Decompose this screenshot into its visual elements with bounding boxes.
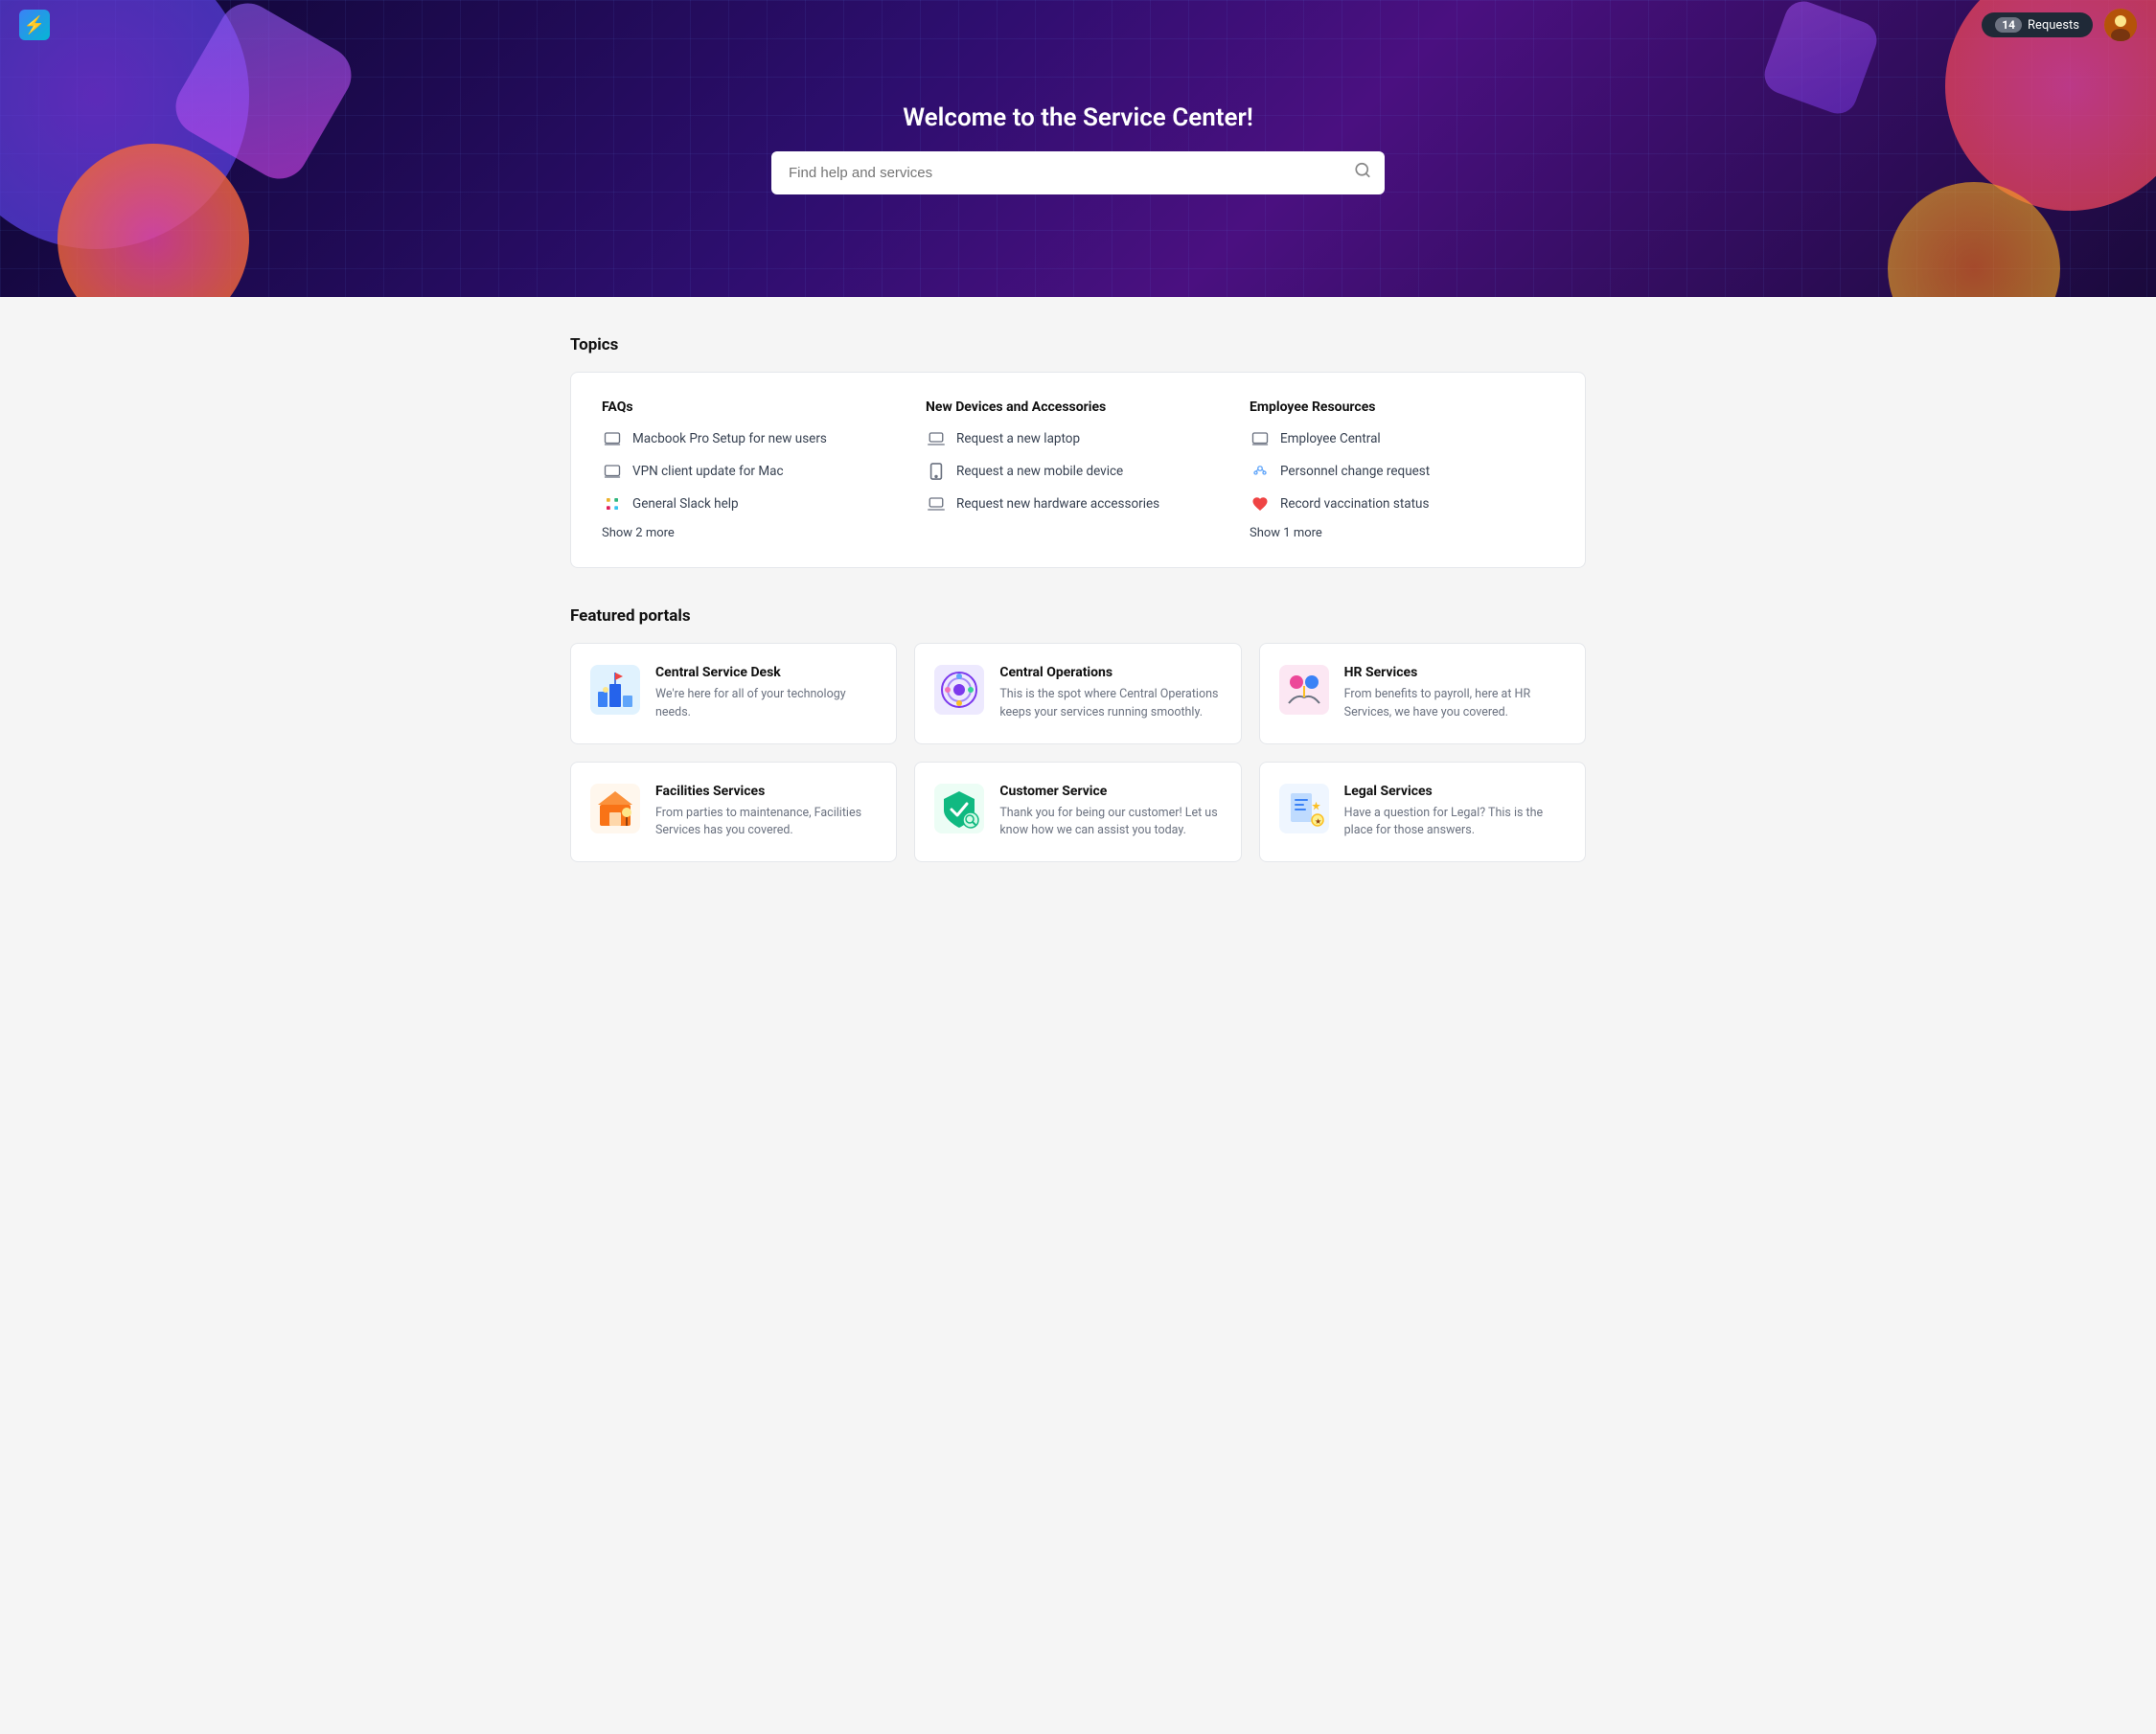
svg-text:★: ★ [1315, 817, 1321, 826]
vaccination-label: Record vaccination status [1280, 496, 1429, 512]
faqs-show-more[interactable]: Show 2 more [602, 526, 906, 540]
central-operations-info: Central Operations This is the spot wher… [999, 665, 1221, 722]
topic-item-accessories[interactable]: Request new hardware accessories [926, 493, 1230, 514]
new-laptop-label: Request a new laptop [956, 431, 1080, 446]
central-operations-desc: This is the spot where Central Operation… [999, 686, 1221, 722]
topic-item-mobile[interactable]: Request a new mobile device [926, 461, 1230, 482]
hero-search-wrap [771, 151, 1385, 194]
topic-item-personnel[interactable]: Personnel change request [1250, 461, 1554, 482]
employee-central-label: Employee Central [1280, 431, 1381, 446]
employee-heading: Employee Resources [1250, 399, 1554, 415]
facilities-name: Facilities Services [655, 784, 877, 799]
topic-column-devices: New Devices and Accessories Request a ne… [926, 399, 1230, 540]
logo-icon[interactable]: ⚡ [19, 10, 50, 40]
mobile-icon [926, 461, 947, 482]
central-service-desk-name: Central Service Desk [655, 665, 877, 680]
legal-services-info: Legal Services Have a question for Legal… [1344, 784, 1566, 841]
hr-services-name: HR Services [1344, 665, 1566, 680]
topic-item-slack[interactable]: General Slack help [602, 493, 906, 514]
topics-section-title: Topics [570, 335, 1586, 354]
faqs-heading: FAQs [602, 399, 906, 415]
laptop-icon [926, 428, 947, 449]
portal-card-central-operations[interactable]: Central Operations This is the spot wher… [914, 643, 1241, 744]
requests-label: Requests [2028, 18, 2079, 33]
central-service-desk-icon [590, 665, 640, 715]
topic-column-employee: Employee Resources Employee Central Pers… [1250, 399, 1554, 540]
facilities-info: Facilities Services From parties to main… [655, 784, 877, 841]
requests-count: 14 [1995, 17, 2022, 33]
hr-services-icon [1279, 665, 1329, 715]
legal-services-icon: ★ [1279, 784, 1329, 833]
portal-card-facilities[interactable]: Facilities Services From parties to main… [570, 762, 897, 863]
personnel-icon [1250, 461, 1271, 482]
central-operations-name: Central Operations [999, 665, 1221, 680]
hero-section: ⚡ 14 Requests Welcome to the Service Cen… [0, 0, 2156, 297]
topic-item-vaccination[interactable]: Record vaccination status [1250, 493, 1554, 514]
requests-badge[interactable]: 14 Requests [1982, 12, 2093, 37]
topic-item-macbook[interactable]: Macbook Pro Setup for new users [602, 428, 906, 449]
vaccination-icon [1250, 493, 1271, 514]
customer-service-info: Customer Service Thank you for being our… [999, 784, 1221, 841]
topic-item-employee-central[interactable]: Employee Central [1250, 428, 1554, 449]
macbook-icon [602, 428, 623, 449]
employee-central-icon [1250, 428, 1271, 449]
topic-item-vpn[interactable]: VPN client update for Mac [602, 461, 906, 482]
hero-title: Welcome to the Service Center! [903, 103, 1253, 132]
portals-grid: Central Service Desk We're here for all … [570, 643, 1586, 862]
hr-services-info: HR Services From benefits to payroll, he… [1344, 665, 1566, 722]
central-service-desk-desc: We're here for all of your technology ne… [655, 686, 877, 722]
legal-services-name: Legal Services [1344, 784, 1566, 799]
vpn-icon [602, 461, 623, 482]
portals-section-title: Featured portals [570, 606, 1586, 626]
avatar[interactable] [2104, 9, 2137, 41]
accessories-label: Request new hardware accessories [956, 496, 1159, 512]
macbook-label: Macbook Pro Setup for new users [632, 431, 827, 446]
facilities-desc: From parties to maintenance, Facilities … [655, 805, 877, 841]
topbar-right: 14 Requests [1982, 9, 2137, 41]
central-operations-icon [934, 665, 984, 715]
portal-card-legal[interactable]: ★ Legal Services Have a question for Leg… [1259, 762, 1586, 863]
search-input[interactable] [771, 151, 1385, 194]
customer-service-icon [934, 784, 984, 833]
facilities-icon [590, 784, 640, 833]
customer-service-name: Customer Service [999, 784, 1221, 799]
topic-column-faqs: FAQs Macbook Pro Setup for new users VPN… [602, 399, 906, 540]
slack-icon [602, 493, 623, 514]
vpn-label: VPN client update for Mac [632, 464, 784, 479]
legal-services-desc: Have a question for Legal? This is the p… [1344, 805, 1566, 841]
topic-item-new-laptop[interactable]: Request a new laptop [926, 428, 1230, 449]
employee-show-more[interactable]: Show 1 more [1250, 526, 1554, 540]
main-content: Topics FAQs Macbook Pro Setup for new us… [551, 297, 1605, 920]
portal-card-hr-services[interactable]: HR Services From benefits to payroll, he… [1259, 643, 1586, 744]
hr-services-desc: From benefits to payroll, here at HR Ser… [1344, 686, 1566, 722]
topics-card: FAQs Macbook Pro Setup for new users VPN… [570, 372, 1586, 568]
personnel-label: Personnel change request [1280, 464, 1430, 479]
portal-card-central-service-desk[interactable]: Central Service Desk We're here for all … [570, 643, 897, 744]
portal-card-customer-service[interactable]: Customer Service Thank you for being our… [914, 762, 1241, 863]
topbar: ⚡ 14 Requests [0, 0, 2156, 50]
central-service-desk-info: Central Service Desk We're here for all … [655, 665, 877, 722]
devices-heading: New Devices and Accessories [926, 399, 1230, 415]
search-button[interactable] [1354, 162, 1371, 184]
slack-label: General Slack help [632, 496, 739, 512]
customer-service-desc: Thank you for being our customer! Let us… [999, 805, 1221, 841]
mobile-label: Request a new mobile device [956, 464, 1123, 479]
accessories-icon [926, 493, 947, 514]
